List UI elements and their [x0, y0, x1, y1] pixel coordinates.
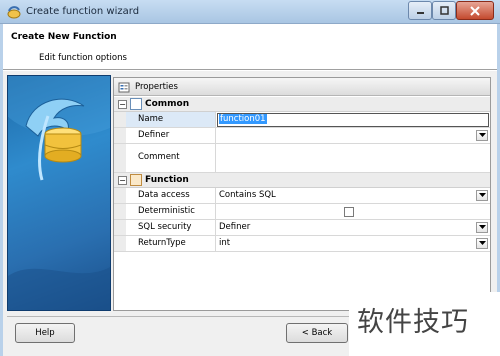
- row-gutter: [114, 128, 126, 143]
- property-row-return-type[interactable]: ReturnType int: [114, 236, 490, 252]
- maximize-button[interactable]: [432, 1, 456, 20]
- dolphin-database-icon: [8, 76, 110, 310]
- property-row-sql-security[interactable]: SQL security Definer: [114, 220, 490, 236]
- back-button[interactable]: < Back: [286, 323, 348, 343]
- page-subtitle: Edit function options: [39, 53, 127, 63]
- window-title: Create function wizard: [26, 6, 140, 17]
- property-name: Data access: [126, 188, 216, 203]
- properties-header: Properties: [114, 78, 490, 96]
- data-access-value[interactable]: Contains SQL: [217, 188, 490, 203]
- side-banner: [7, 75, 111, 311]
- property-name: SQL security: [126, 220, 216, 235]
- wizard-header: Create New Function Edit function option…: [3, 24, 497, 70]
- row-gutter: [114, 236, 126, 251]
- sql-security-dropdown-button[interactable]: [476, 222, 488, 233]
- data-access-dropdown-button[interactable]: [476, 190, 488, 201]
- minimize-button[interactable]: [408, 1, 432, 20]
- return-type-dropdown-button[interactable]: [476, 238, 488, 249]
- chevron-down-icon: [478, 241, 486, 245]
- deterministic-checkbox[interactable]: [344, 207, 354, 217]
- definer-value[interactable]: [217, 128, 490, 143]
- collapse-icon[interactable]: −: [118, 176, 127, 185]
- collapse-icon[interactable]: −: [118, 100, 127, 109]
- chevron-down-icon: [478, 225, 486, 229]
- function-name-input[interactable]: function01: [217, 113, 489, 127]
- definer-dropdown-button[interactable]: [476, 130, 488, 141]
- comment-value[interactable]: [217, 144, 490, 172]
- category-label: Common: [145, 99, 190, 109]
- row-gutter: [114, 204, 126, 219]
- maximize-icon: [439, 6, 449, 15]
- properties-title: Properties: [135, 82, 178, 92]
- property-row-deterministic[interactable]: Deterministic: [114, 204, 490, 220]
- category-common[interactable]: − Common: [114, 97, 490, 112]
- sql-security-value[interactable]: Definer: [217, 220, 490, 235]
- return-type-value[interactable]: int: [217, 236, 490, 251]
- page-title: Create New Function: [11, 32, 117, 42]
- row-gutter: [114, 112, 126, 127]
- property-grid: − Common Name function01 Definer Comment: [114, 97, 490, 252]
- function-name-value: function01: [219, 114, 267, 124]
- app-icon: [7, 6, 21, 19]
- watermark: 软件技巧: [349, 292, 500, 356]
- property-row-name[interactable]: Name function01: [114, 112, 490, 128]
- row-gutter: [114, 188, 126, 203]
- chevron-down-icon: [478, 133, 486, 137]
- property-name: ReturnType: [126, 236, 216, 251]
- watermark-text: 软件技巧: [357, 307, 469, 338]
- property-name: Deterministic: [126, 204, 216, 219]
- properties-panel: Properties − Common Name function01 Defi…: [113, 77, 491, 311]
- close-button[interactable]: [456, 1, 494, 20]
- minimize-icon: [416, 12, 424, 14]
- property-name: Definer: [126, 128, 216, 143]
- title-bar: Create function wizard: [0, 0, 500, 24]
- property-row-comment[interactable]: Comment: [114, 144, 490, 173]
- row-gutter: [114, 220, 126, 235]
- chevron-down-icon: [478, 193, 486, 197]
- row-gutter: [114, 144, 126, 172]
- category-label: Function: [145, 175, 189, 185]
- property-row-data-access[interactable]: Data access Contains SQL: [114, 188, 490, 204]
- property-name: Name: [126, 112, 216, 127]
- close-icon: [470, 5, 480, 16]
- function-category-icon: [130, 174, 142, 186]
- properties-icon: [118, 82, 130, 93]
- property-row-definer[interactable]: Definer: [114, 128, 490, 144]
- category-function[interactable]: − Function: [114, 173, 490, 188]
- help-button[interactable]: Help: [15, 323, 75, 343]
- property-name: Comment: [126, 144, 216, 172]
- common-category-icon: [130, 98, 142, 110]
